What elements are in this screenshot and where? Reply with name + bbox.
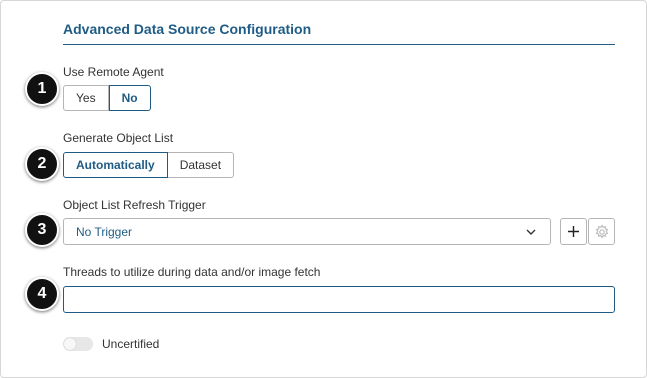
refresh-trigger-label: Object List Refresh Trigger	[63, 198, 206, 212]
config-panel: Advanced Data Source Configuration 1 Use…	[0, 0, 647, 378]
remote-agent-no-button[interactable]: No	[108, 85, 151, 111]
remote-agent-label: Use Remote Agent	[63, 65, 164, 79]
remote-agent-toggle-group: Yes No	[63, 85, 151, 111]
chevron-down-icon	[526, 229, 536, 235]
plus-icon	[568, 226, 579, 237]
refresh-trigger-value: No Trigger	[76, 224, 133, 239]
toggle-knob	[64, 338, 76, 350]
trigger-settings-button[interactable]	[588, 218, 615, 245]
step-badge-4: 4	[25, 277, 59, 311]
step-badge-2: 2	[25, 147, 59, 181]
threads-input[interactable]	[63, 286, 615, 313]
threads-label: Threads to utilize during data and/or im…	[63, 265, 321, 279]
remote-agent-yes-button[interactable]: Yes	[63, 85, 109, 111]
step-badge-1: 1	[25, 72, 59, 106]
step-badge-3: 3	[25, 213, 59, 247]
certified-label: Uncertified	[102, 337, 160, 351]
gear-icon	[595, 223, 608, 239]
add-trigger-button[interactable]	[560, 218, 587, 245]
object-list-automatically-button[interactable]: Automatically	[63, 152, 168, 178]
refresh-trigger-select[interactable]: No Trigger	[63, 218, 551, 245]
object-list-dataset-button[interactable]: Dataset	[167, 152, 235, 178]
object-list-toggle-group: Automatically Dataset	[63, 152, 235, 178]
section-title: Advanced Data Source Configuration	[63, 21, 312, 37]
certified-toggle[interactable]	[63, 337, 93, 351]
object-list-label: Generate Object List	[63, 131, 174, 145]
section-divider	[63, 44, 615, 45]
